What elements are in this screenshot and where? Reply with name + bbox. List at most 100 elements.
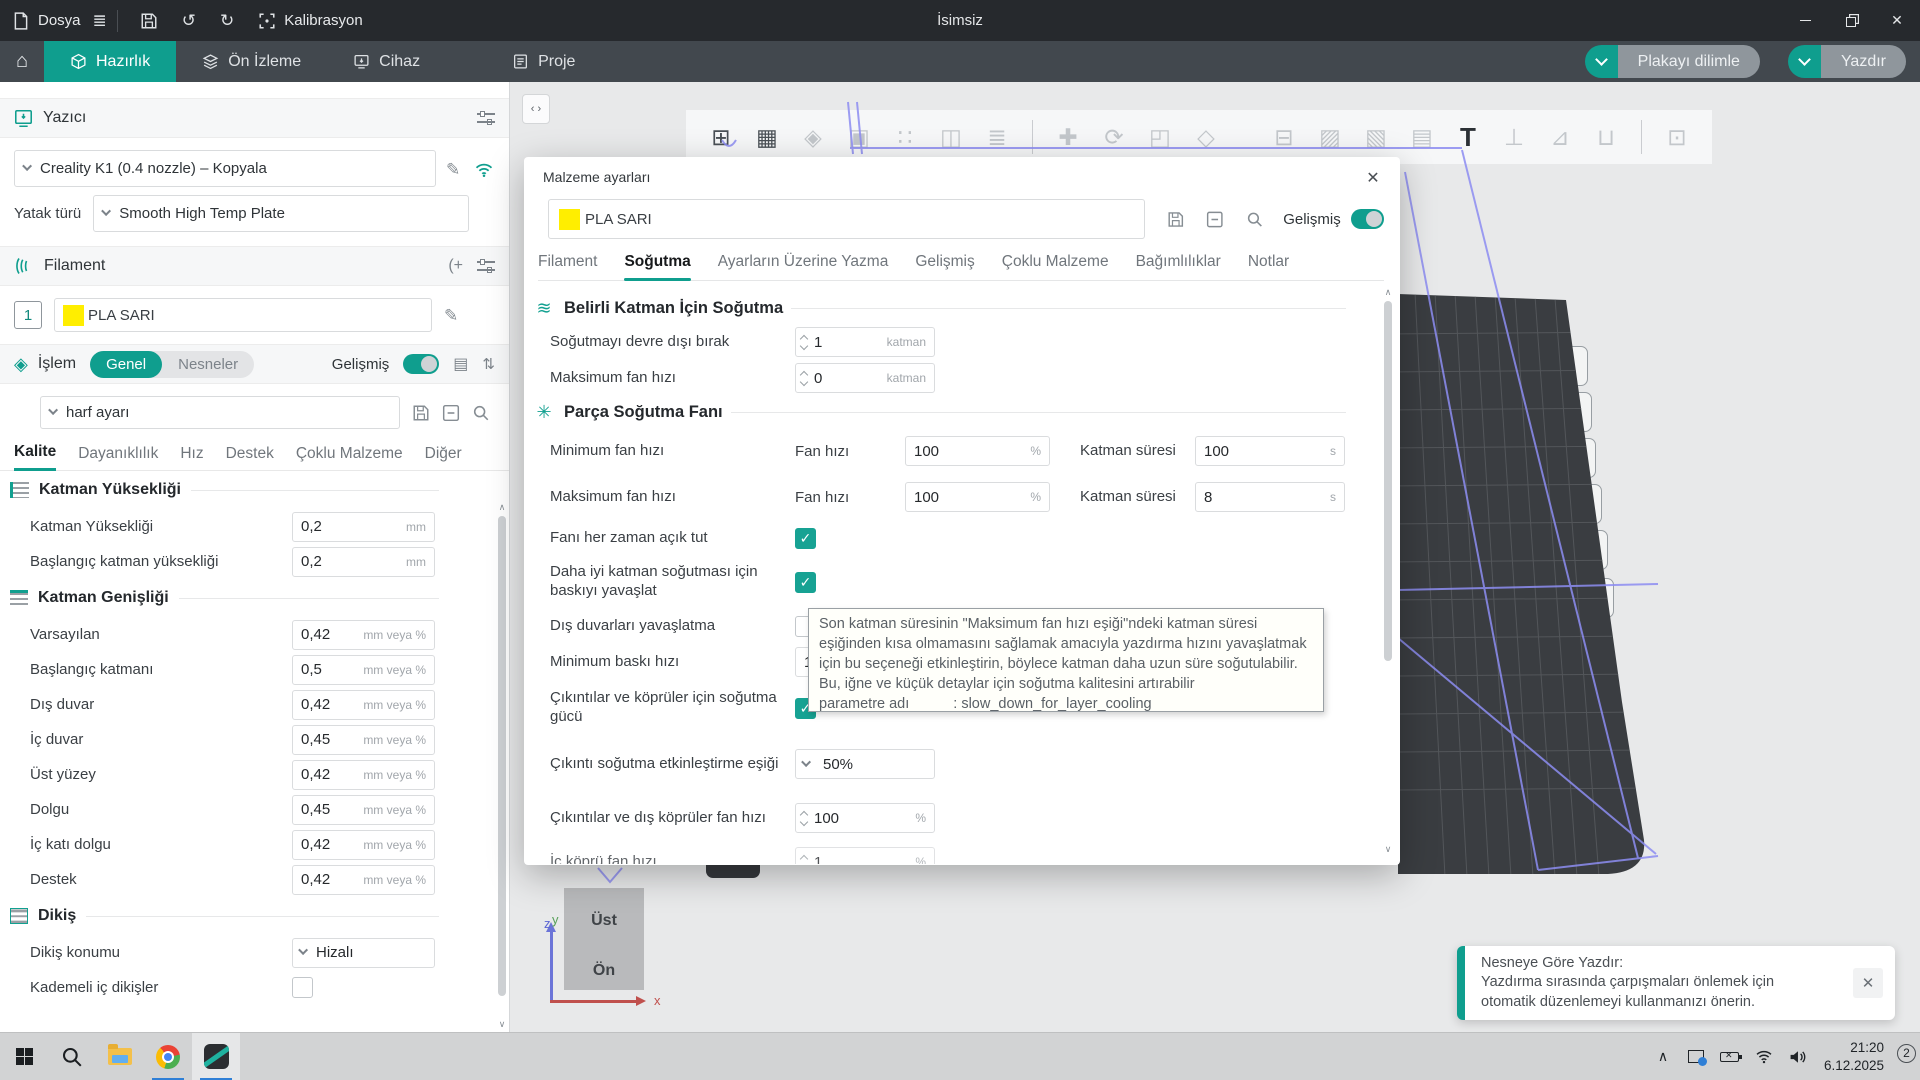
tab-device[interactable]: Cihaz	[327, 41, 446, 82]
remove-preset-icon[interactable]	[442, 404, 460, 422]
arrange-icon[interactable]: ▣	[838, 115, 880, 159]
file-menu[interactable]: Dosya	[0, 0, 93, 41]
process-preset-select[interactable]: harf ayarı	[40, 396, 400, 429]
fix-model-icon[interactable]: ⊔	[1585, 115, 1627, 159]
max-fan-layer-stepper[interactable]: 0 katman	[795, 363, 935, 393]
save-material-icon[interactable]	[1167, 210, 1185, 229]
scope-objects-button[interactable]: Nesneler	[162, 351, 254, 378]
battery-icon[interactable]	[1720, 1052, 1739, 1062]
sidebar-scrollbar[interactable]: ∧ ∨	[496, 500, 508, 1032]
layer-time-input[interactable]: 100 s	[1195, 436, 1345, 466]
tab-filament[interactable]: Filament	[538, 253, 597, 271]
no-cooling-stepper[interactable]: 1 katman	[795, 327, 935, 357]
redo-button[interactable]: ↻	[208, 0, 246, 41]
add-model-icon[interactable]: ⊞	[700, 115, 742, 159]
internal-bridge-fan-stepper[interactable]: 1 %	[795, 847, 935, 864]
scroll-down-icon[interactable]: ∨	[496, 1019, 508, 1030]
tab-advanced[interactable]: Gelişmiş	[915, 253, 974, 271]
tab-project[interactable]: Proje	[486, 41, 601, 82]
seam-position-select[interactable]: Hizalı	[292, 938, 435, 968]
move-icon[interactable]: ✚	[1047, 115, 1089, 159]
gap[interactable]	[1231, 115, 1259, 159]
chrome-button[interactable]	[144, 1033, 192, 1080]
minimize-button[interactable]	[1782, 0, 1828, 41]
stepper-arrows-icon[interactable]	[801, 856, 807, 865]
scale-icon[interactable]: ◰	[1139, 115, 1181, 159]
stepper-arrows-icon[interactable]	[801, 812, 807, 825]
support-paint-icon[interactable]: ▧	[1355, 115, 1397, 159]
material-name-input[interactable]: PLA SARI	[548, 199, 1145, 239]
separator[interactable]	[1641, 120, 1642, 154]
modal-scrollbar[interactable]: ∧ ∨	[1382, 287, 1394, 855]
setting-input[interactable]: 0,45 mm veya %	[292, 725, 435, 755]
taskbar-clock[interactable]: 21:20 6.12.2025	[1824, 1039, 1884, 1074]
edit-printer-icon[interactable]: ✎	[446, 160, 464, 178]
stepper-arrows-icon[interactable]	[801, 372, 807, 385]
object-list-icon[interactable]: ≣	[976, 115, 1018, 159]
calibration-button[interactable]: Kalibrasyon	[246, 0, 374, 41]
tray-expand-icon[interactable]: ∧	[1654, 1049, 1672, 1065]
plate-label-icon[interactable]: ◸	[1570, 578, 1614, 618]
slow-down-checkbox[interactable]	[795, 572, 816, 593]
plate-arrange-icon[interactable]: ▣	[1552, 438, 1596, 478]
edit-filament-icon[interactable]: ✎	[444, 306, 462, 324]
compare-presets-icon[interactable]: ⇅	[482, 355, 495, 373]
clone-icon[interactable]: ∷	[884, 115, 926, 159]
scope-general-button[interactable]: Genel	[90, 351, 162, 378]
slice-dropdown-button[interactable]	[1585, 45, 1618, 78]
split-icon[interactable]: ◫	[930, 115, 972, 159]
advanced-toggle[interactable]	[403, 354, 439, 374]
slice-button[interactable]: Plakayı dilimle	[1618, 45, 1760, 78]
setting-input[interactable]: 0,42 mm veya %	[292, 620, 435, 650]
tab-other[interactable]: Diğer	[425, 445, 462, 470]
search-settings-icon[interactable]	[472, 404, 490, 422]
setting-input[interactable]: 0,45 mm veya %	[292, 795, 435, 825]
modal-scroll-thumb[interactable]	[1384, 301, 1392, 661]
file-explorer-button[interactable]	[96, 1033, 144, 1080]
plate-delete-icon[interactable]: ✕	[1544, 346, 1588, 386]
undo-button[interactable]: ↺	[170, 0, 208, 41]
setting-input[interactable]: 0,42 mm veya %	[292, 690, 435, 720]
display-sync-icon[interactable]	[1688, 1050, 1704, 1063]
notes-list-icon[interactable]: ≣	[93, 11, 107, 31]
restore-button[interactable]	[1828, 0, 1874, 41]
seam-paint-icon[interactable]: ▤	[1401, 115, 1443, 159]
stepper-arrows-icon[interactable]	[801, 336, 807, 349]
wifi-icon[interactable]	[474, 159, 494, 179]
tab-speed[interactable]: Hız	[180, 445, 203, 470]
preset-table-icon[interactable]: ▤	[453, 354, 468, 374]
tab-support[interactable]: Destek	[226, 445, 274, 470]
save-button[interactable]	[128, 0, 170, 41]
tab-notes[interactable]: Notlar	[1248, 253, 1289, 271]
add-filament-icon[interactable]: (+	[448, 257, 463, 275]
filament-select[interactable]: PLA SARI	[54, 298, 432, 332]
setting-input[interactable]: 0,42 mm veya %	[292, 760, 435, 790]
layer-time-input[interactable]: 8 s	[1195, 482, 1345, 512]
text-tool-icon[interactable]: T	[1447, 115, 1489, 159]
rotate-icon[interactable]: ⟳	[1093, 115, 1135, 159]
keep-fan-checkbox[interactable]	[795, 528, 816, 549]
filament-settings-icon[interactable]	[477, 259, 495, 273]
tab-multimaterial[interactable]: Çoklu Malzeme	[1002, 253, 1109, 271]
start-button[interactable]	[0, 1033, 48, 1080]
tab-overrides[interactable]: Ayarların Üzerine Yazma	[718, 253, 889, 271]
sidebar-scroll-thumb[interactable]	[498, 516, 506, 996]
cut-icon[interactable]: ⊟	[1263, 115, 1305, 159]
tab-quality[interactable]: Kalite	[14, 443, 56, 471]
overhang-fan-stepper[interactable]: 100 %	[795, 803, 935, 833]
setting-input[interactable]: 0,42 mm veya %	[292, 830, 435, 860]
tab-cooling[interactable]: Soğutma	[624, 253, 690, 271]
dialog-close-button[interactable]: ✕	[1360, 165, 1386, 191]
separator[interactable]	[1032, 120, 1033, 154]
add-plate-icon[interactable]: ▦	[746, 115, 788, 159]
setting-input[interactable]: 0,42 mm veya %	[292, 865, 435, 895]
print-dropdown-button[interactable]	[1788, 45, 1821, 78]
filament-slot-number[interactable]: 1	[14, 301, 42, 329]
measure-icon[interactable]: ⊥	[1493, 115, 1535, 159]
scroll-up-icon[interactable]: ∧	[496, 502, 508, 513]
search-material-icon[interactable]	[1246, 210, 1264, 229]
setting-input[interactable]: 0,5 mm veya %	[292, 655, 435, 685]
fan-speed-input[interactable]: 100 %	[905, 436, 1050, 466]
notification-close-button[interactable]: ✕	[1853, 968, 1883, 998]
orientation-cube[interactable]: Üst Ön	[564, 888, 644, 990]
